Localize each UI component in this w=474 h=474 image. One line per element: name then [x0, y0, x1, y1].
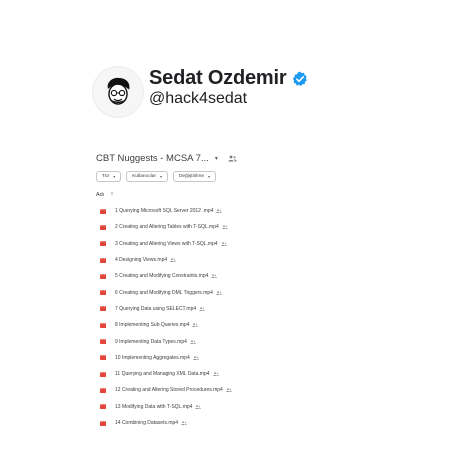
- avatar[interactable]: [92, 66, 144, 118]
- file-row[interactable]: 10 Implementing Aggregates.mp4: [100, 350, 232, 366]
- filter-label: Tür: [102, 174, 110, 179]
- shared-people-icon: [192, 356, 199, 360]
- shared-people-icon: [216, 290, 222, 295]
- file-row[interactable]: 1 Querying Microsoft SQL Server 2012 .mp…: [100, 203, 232, 219]
- filter-label: Değiştirilme: [178, 174, 205, 179]
- video-file-icon: [100, 322, 106, 328]
- file-row[interactable]: 14 Combining Datasets.mp4: [100, 415, 232, 431]
- video-file-icon: [100, 257, 106, 263]
- video-file-icon: [100, 273, 106, 279]
- video-file-icon: [100, 420, 106, 426]
- chevron-down-icon[interactable]: ▾: [215, 155, 218, 162]
- file-name[interactable]: 14 Combining Datasets.mp4: [115, 420, 178, 426]
- shared-people-icon: [170, 258, 177, 263]
- file-name[interactable]: 8 Implementing Sub Queries.mp4: [115, 322, 189, 328]
- video-file-icon: [100, 224, 106, 230]
- profile-display-name: Sedat Ozdemir: [149, 67, 287, 89]
- filter-chips: Tür ▾ Kullanıcılar ▾ Değiştirilme ▾: [96, 171, 217, 182]
- filter-label: Kullanıcılar: [132, 174, 156, 179]
- file-name[interactable]: 3 Creating and Altering Views with T-SQL…: [115, 241, 218, 247]
- file-row[interactable]: 11 Querying and Managing XML Data.mp4: [100, 366, 232, 382]
- file-list: 1 Querying Microsoft SQL Server 2012 .mp…: [100, 203, 232, 431]
- video-file-icon: [100, 208, 106, 214]
- shared-people-icon: [228, 155, 237, 162]
- file-name[interactable]: 6 Creating and Modifying DML Triggers.mp…: [115, 290, 213, 296]
- filter-modified-button[interactable]: Değiştirilme ▾: [172, 171, 217, 182]
- video-file-icon: [100, 355, 106, 361]
- chevron-down-icon: ▾: [159, 174, 162, 179]
- shared-people-icon: [190, 339, 196, 344]
- video-file-icon: [100, 306, 106, 312]
- file-name[interactable]: 11 Querying and Managing XML Data.mp4: [115, 371, 210, 377]
- file-row[interactable]: 4 Designing Views.mp4: [100, 252, 232, 268]
- file-name[interactable]: 12 Creating and Altering Stored Procedur…: [115, 387, 223, 393]
- video-file-icon: [100, 404, 106, 410]
- video-file-icon: [100, 241, 106, 247]
- video-file-icon: [100, 339, 106, 345]
- file-name[interactable]: 9 Implementing Data Types.mp4: [115, 339, 187, 345]
- file-row[interactable]: 6 Creating and Modifying DML Triggers.mp…: [100, 284, 232, 300]
- file-row[interactable]: 12 Creating and Altering Stored Procedur…: [100, 382, 232, 398]
- file-row[interactable]: 7 Querying Data using SELECT.mp4: [100, 301, 232, 317]
- shared-people-icon: [192, 323, 199, 328]
- folder-breadcrumb[interactable]: CBT Nuggests - MCSA 7... ▾: [96, 153, 237, 164]
- profile-name-row: Sedat Ozdemir: [149, 67, 308, 90]
- shared-people-icon: [216, 209, 223, 214]
- name-column-header[interactable]: Adı ↑: [96, 191, 114, 198]
- avatar-cartoon-face-icon: [107, 77, 130, 105]
- shared-people-icon: [195, 404, 202, 409]
- video-file-icon: [100, 387, 106, 393]
- filter-type-button[interactable]: Tür ▾: [96, 171, 122, 182]
- file-name[interactable]: 10 Implementing Aggregates.mp4: [115, 355, 190, 361]
- shared-people-icon: [221, 225, 228, 230]
- shared-people-icon: [199, 307, 206, 311]
- file-row[interactable]: 8 Implementing Sub Queries.mp4: [100, 317, 232, 333]
- shared-people-icon: [181, 421, 187, 425]
- file-row[interactable]: 3 Creating and Altering Views with T-SQL…: [100, 236, 232, 252]
- file-name[interactable]: 1 Querying Microsoft SQL Server 2012 .mp…: [115, 208, 213, 214]
- file-row[interactable]: 13 Modifying Data with T-SQL.mp4: [100, 399, 232, 415]
- file-name[interactable]: 5 Creating and Modifying Constraints.mp4: [115, 273, 208, 279]
- file-name[interactable]: 4 Designing Views.mp4: [115, 257, 167, 263]
- chevron-down-icon: ▾: [208, 174, 211, 179]
- filter-users-button[interactable]: Kullanıcılar ▾: [126, 171, 168, 182]
- video-file-icon: [100, 371, 106, 377]
- sort-ascending-icon[interactable]: ↑: [110, 191, 114, 198]
- file-row[interactable]: 5 Creating and Modifying Constraints.mp4: [100, 268, 232, 284]
- shared-people-icon: [211, 274, 218, 279]
- shared-people-icon: [226, 388, 232, 393]
- file-name[interactable]: 13 Modifying Data with T-SQL.mp4: [115, 404, 192, 410]
- file-name[interactable]: 2 Creating and Altering Tables with T-SQ…: [115, 224, 219, 230]
- file-row[interactable]: 2 Creating and Altering Tables with T-SQ…: [100, 219, 232, 235]
- chevron-down-icon: ▾: [113, 174, 116, 179]
- verified-badge-icon: [293, 71, 308, 86]
- video-file-icon: [100, 290, 106, 296]
- shared-people-icon: [220, 241, 227, 246]
- folder-title[interactable]: CBT Nuggests - MCSA 7...: [96, 153, 209, 164]
- column-name-label: Adı: [96, 191, 105, 198]
- shared-people-icon: [212, 372, 219, 377]
- profile-handle: @hack4sedat: [149, 90, 248, 107]
- file-row[interactable]: 9 Implementing Data Types.mp4: [100, 333, 232, 349]
- file-name[interactable]: 7 Querying Data using SELECT.mp4: [115, 306, 196, 312]
